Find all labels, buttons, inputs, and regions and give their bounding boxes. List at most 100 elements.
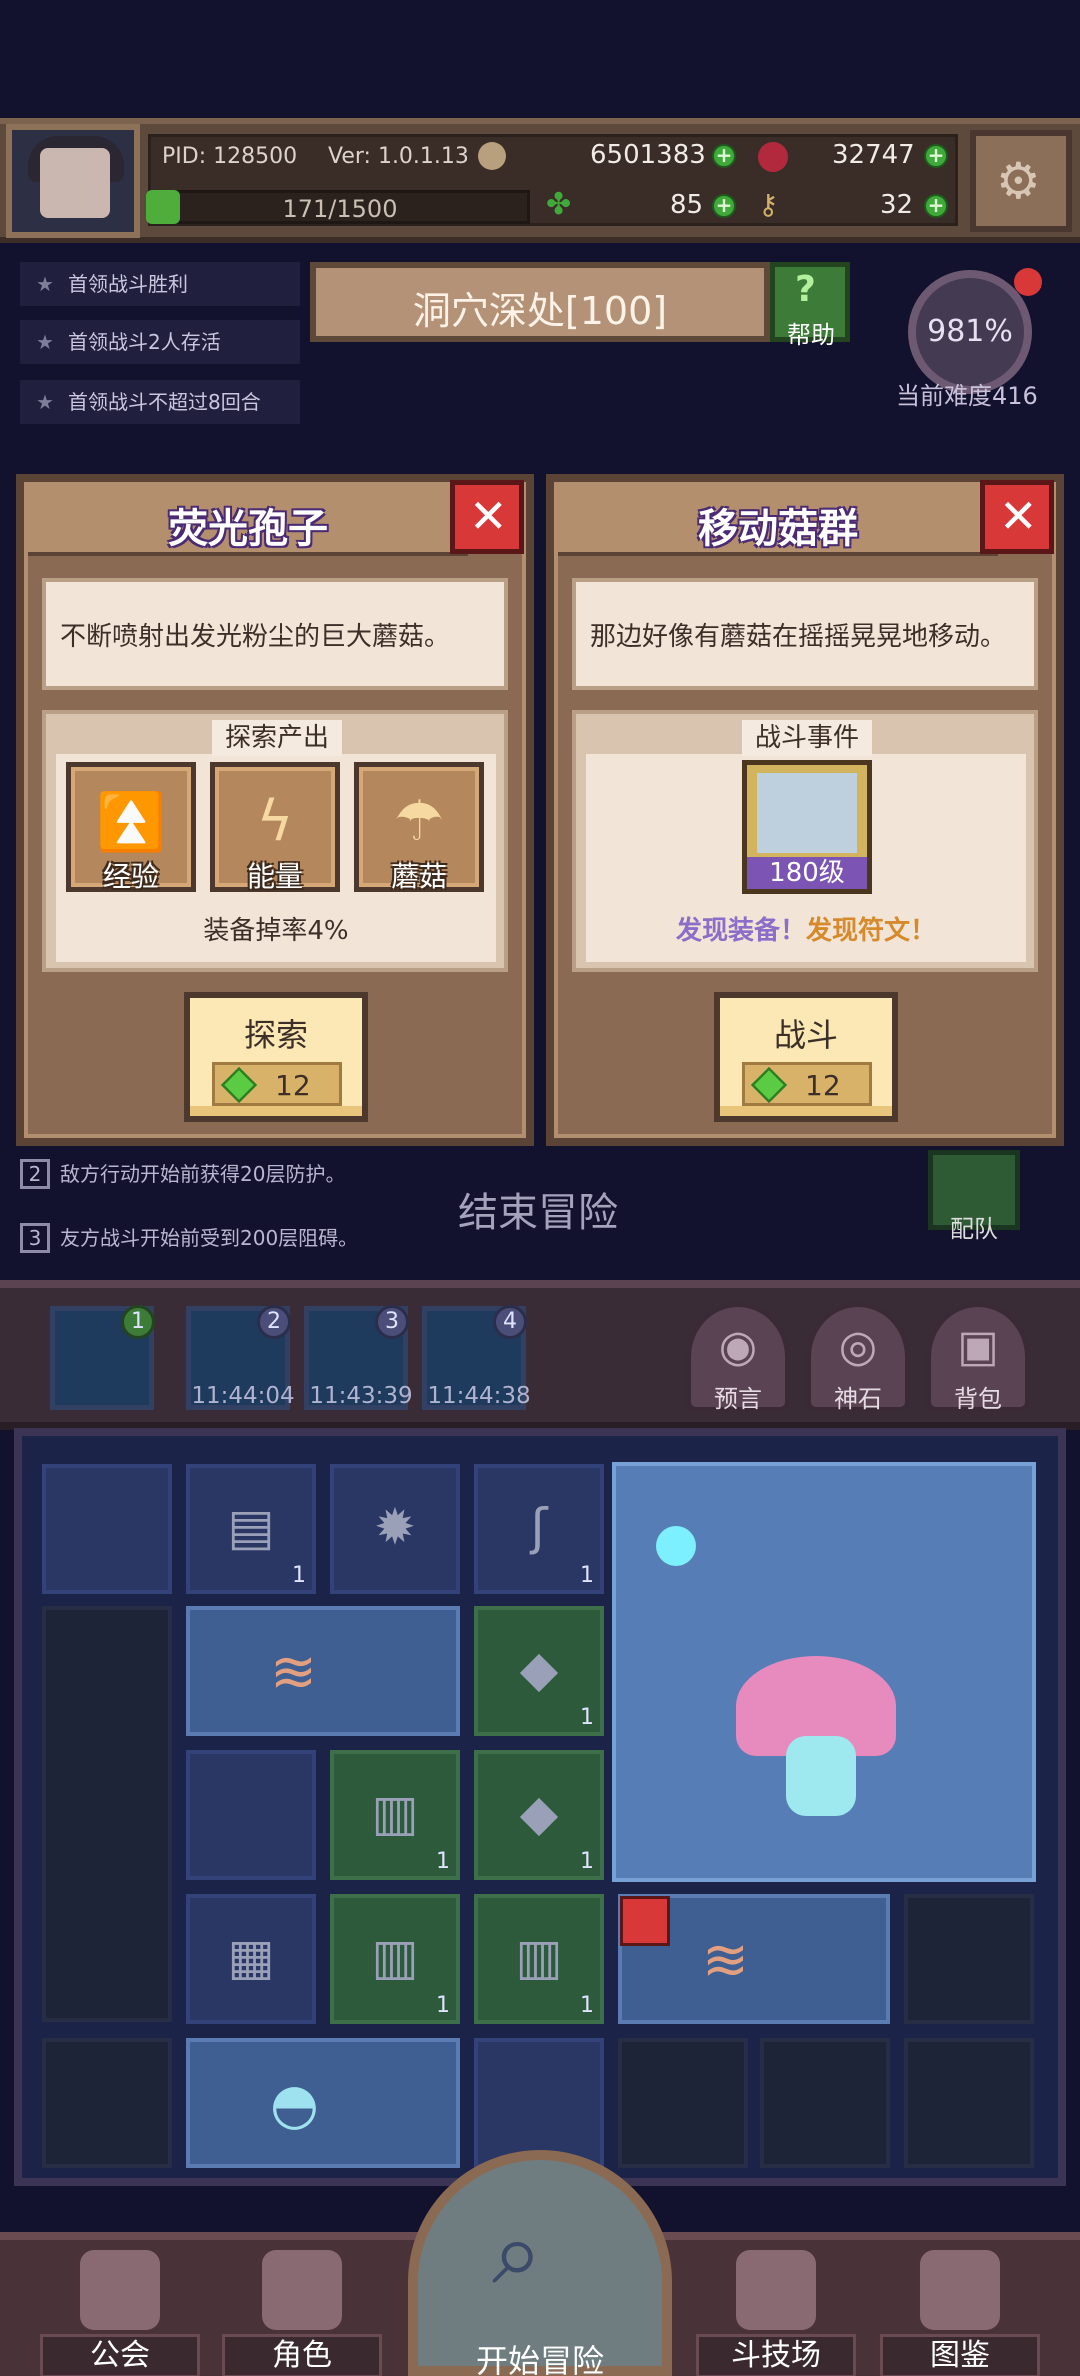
quest-text: 首领战斗不超过8回合 (68, 390, 261, 414)
nav-character[interactable]: 角色 (222, 2246, 382, 2376)
inventory-cell[interactable]: ▤ 1 (186, 1464, 316, 1594)
inventory-cell[interactable] (904, 2038, 1034, 2168)
ruby-add-button[interactable]: + (924, 144, 948, 168)
item-count: 1 (292, 1563, 306, 1588)
ruby-icon (758, 142, 788, 172)
team-label: 配队 (950, 1215, 998, 1243)
energy-gem-icon (146, 190, 180, 224)
keys-add-button[interactable]: + (924, 194, 948, 218)
slot-timer: 11:43:39 (309, 1383, 413, 1409)
rewards-panel: ⏫ 经验 ϟ 能量 ☂ 蘑菇 装备掉率4% 探索产出 (42, 710, 508, 972)
cost-value: 12 (275, 1069, 311, 1102)
key-icon: ⚷ (758, 188, 779, 221)
rule-item: 2 敌方行动开始前获得20层防护。 (20, 1158, 345, 1189)
slot-timer: 11:44:04 (191, 1383, 295, 1409)
creature-icon: ✹ (374, 1498, 416, 1556)
chest-icon: ▤ (227, 1498, 275, 1556)
shell-icon: ◓ (270, 2072, 319, 2137)
inventory-cell[interactable] (42, 2038, 172, 2168)
enemy-level: 180级 (747, 857, 867, 889)
reward-energy[interactable]: ϟ 能量 (210, 762, 340, 893)
slot-badge: 3 (375, 1305, 409, 1339)
gem-stone-icon: ◆ (519, 1640, 559, 1698)
player-avatar[interactable] (6, 124, 140, 238)
rule-number: 2 (20, 1159, 50, 1189)
arrow-up-icon: ⏫ (96, 790, 166, 855)
reward-mushroom[interactable]: ☂ 蘑菇 (354, 762, 484, 893)
gem-icon (220, 1066, 258, 1104)
button-label: 背包 (954, 1385, 1002, 1413)
item-count: 1 (580, 1705, 594, 1730)
battle-rewards: 发现装备！发现符文！ (586, 910, 1026, 947)
inventory-cell[interactable]: ▥ 1 (330, 1894, 460, 2024)
keys-value: 32 (880, 190, 914, 220)
shell-creature-item[interactable]: ◓ (186, 2038, 460, 2168)
inventory-cell[interactable] (42, 1464, 172, 1594)
clover-add-button[interactable]: + (712, 194, 736, 218)
backpack-button[interactable]: ▣ 背包 (926, 1302, 1030, 1413)
inventory-cell[interactable] (760, 2038, 890, 2168)
inventory-cell[interactable]: ▥ 1 (474, 1894, 604, 2024)
reward-exp[interactable]: ⏫ 经验 (66, 762, 196, 893)
shrimp-item[interactable]: ≋ (186, 1606, 460, 1736)
battle-button[interactable]: 战斗 12 (714, 992, 898, 1122)
reward-label: 能量 (246, 860, 303, 893)
prophecy-button[interactable]: ◉ 预言 (686, 1302, 790, 1413)
explore-button[interactable]: 探索 12 (184, 992, 368, 1122)
nav-guild[interactable]: 公会 (40, 2246, 200, 2376)
action-label: 战斗 (773, 1016, 838, 1054)
skill-slot[interactable]: 4 11:44:38 (422, 1305, 531, 1410)
pid-label: PID: 128500 (162, 144, 298, 169)
help-button[interactable]: ? 帮助 (770, 262, 850, 349)
team-button[interactable]: 配队 (928, 1150, 1020, 1243)
event-card-battle: 移动菇群 ✕ 那边好像有蘑菇在摇摇晃晃地移动。 180级 发现装备！发现符文！ … (546, 474, 1064, 1146)
enemy-art (757, 773, 857, 853)
nav-codex[interactable]: 图鉴 (880, 2246, 1040, 2376)
glowing-mushroom-item[interactable] (612, 1462, 1036, 1882)
slot-badge: 4 (493, 1305, 527, 1339)
close-button[interactable]: ✕ (450, 480, 524, 554)
chest-icon: ▥ (371, 1784, 419, 1842)
skill-slot[interactable]: 3 11:43:39 (304, 1305, 413, 1410)
close-button[interactable]: ✕ (980, 480, 1054, 554)
shrimp-icon: ≋ (702, 1928, 749, 1993)
gold-add-button[interactable]: + (712, 144, 736, 168)
skill-slot[interactable]: 2 11:44:04 (186, 1305, 295, 1410)
inventory-cell[interactable]: ◆ 1 (474, 1750, 604, 1880)
action-cost: 12 (212, 1062, 342, 1106)
magnifier-icon: ⌕ (492, 2200, 543, 2305)
skill-slot[interactable]: 1 (50, 1305, 155, 1410)
nav-label: 公会 (40, 2334, 200, 2376)
action-cost: 12 (742, 1062, 872, 1106)
gem-stone-icon: ◆ (519, 1784, 559, 1842)
chest-icon: ▥ (371, 1928, 419, 1986)
close-icon: ✕ (469, 489, 508, 543)
mushroom-stem-icon (786, 1736, 856, 1816)
inventory-cell[interactable] (186, 1750, 316, 1880)
inventory-cell[interactable]: ▥ 1 (330, 1750, 460, 1880)
version-label: Ver: 1.0.1.13 (328, 144, 469, 169)
settings-button[interactable]: ⚙ (970, 130, 1072, 232)
end-adventure-button[interactable]: 结束冒险 (458, 1180, 618, 1238)
event-card-explore: 荧光孢子 ✕ 不断喷射出发光粉尘的巨大蘑菇。 ⏫ 经验 ϟ 能量 ☂ 蘑菇 装备… (16, 474, 534, 1146)
enemy-portrait[interactable]: 180级 (742, 760, 872, 894)
inventory-cell[interactable] (618, 2038, 748, 2168)
inventory-cell[interactable] (904, 1894, 1034, 2024)
godstone-button[interactable]: ◎ 神石 (806, 1302, 910, 1413)
item-count: 1 (580, 1563, 594, 1588)
inventory-cell[interactable]: ◆ 1 (474, 1606, 604, 1736)
backpack-icon: ▣ (957, 1321, 999, 1372)
rule-text: 敌方行动开始前获得20层防护。 (60, 1162, 346, 1186)
inventory-cell[interactable] (474, 2038, 604, 2168)
nav-arena[interactable]: 斗技场 (696, 2246, 856, 2376)
inventory-cell[interactable]: ▦ (186, 1894, 316, 2024)
battle-panel: 180级 发现装备！发现符文！ 战斗事件 (572, 710, 1038, 972)
clover-value: 85 (670, 190, 704, 220)
inventory-cell[interactable] (42, 1606, 172, 2022)
inventory-cell[interactable]: ʃ 1 (474, 1464, 604, 1594)
difficulty-label: 当前难度416 (896, 382, 1038, 410)
find-gear-text: 发现装备！ (675, 916, 806, 946)
coin-icon (478, 142, 506, 170)
inventory-cell[interactable]: ✹ (330, 1464, 460, 1594)
item-count: 1 (436, 1849, 450, 1874)
